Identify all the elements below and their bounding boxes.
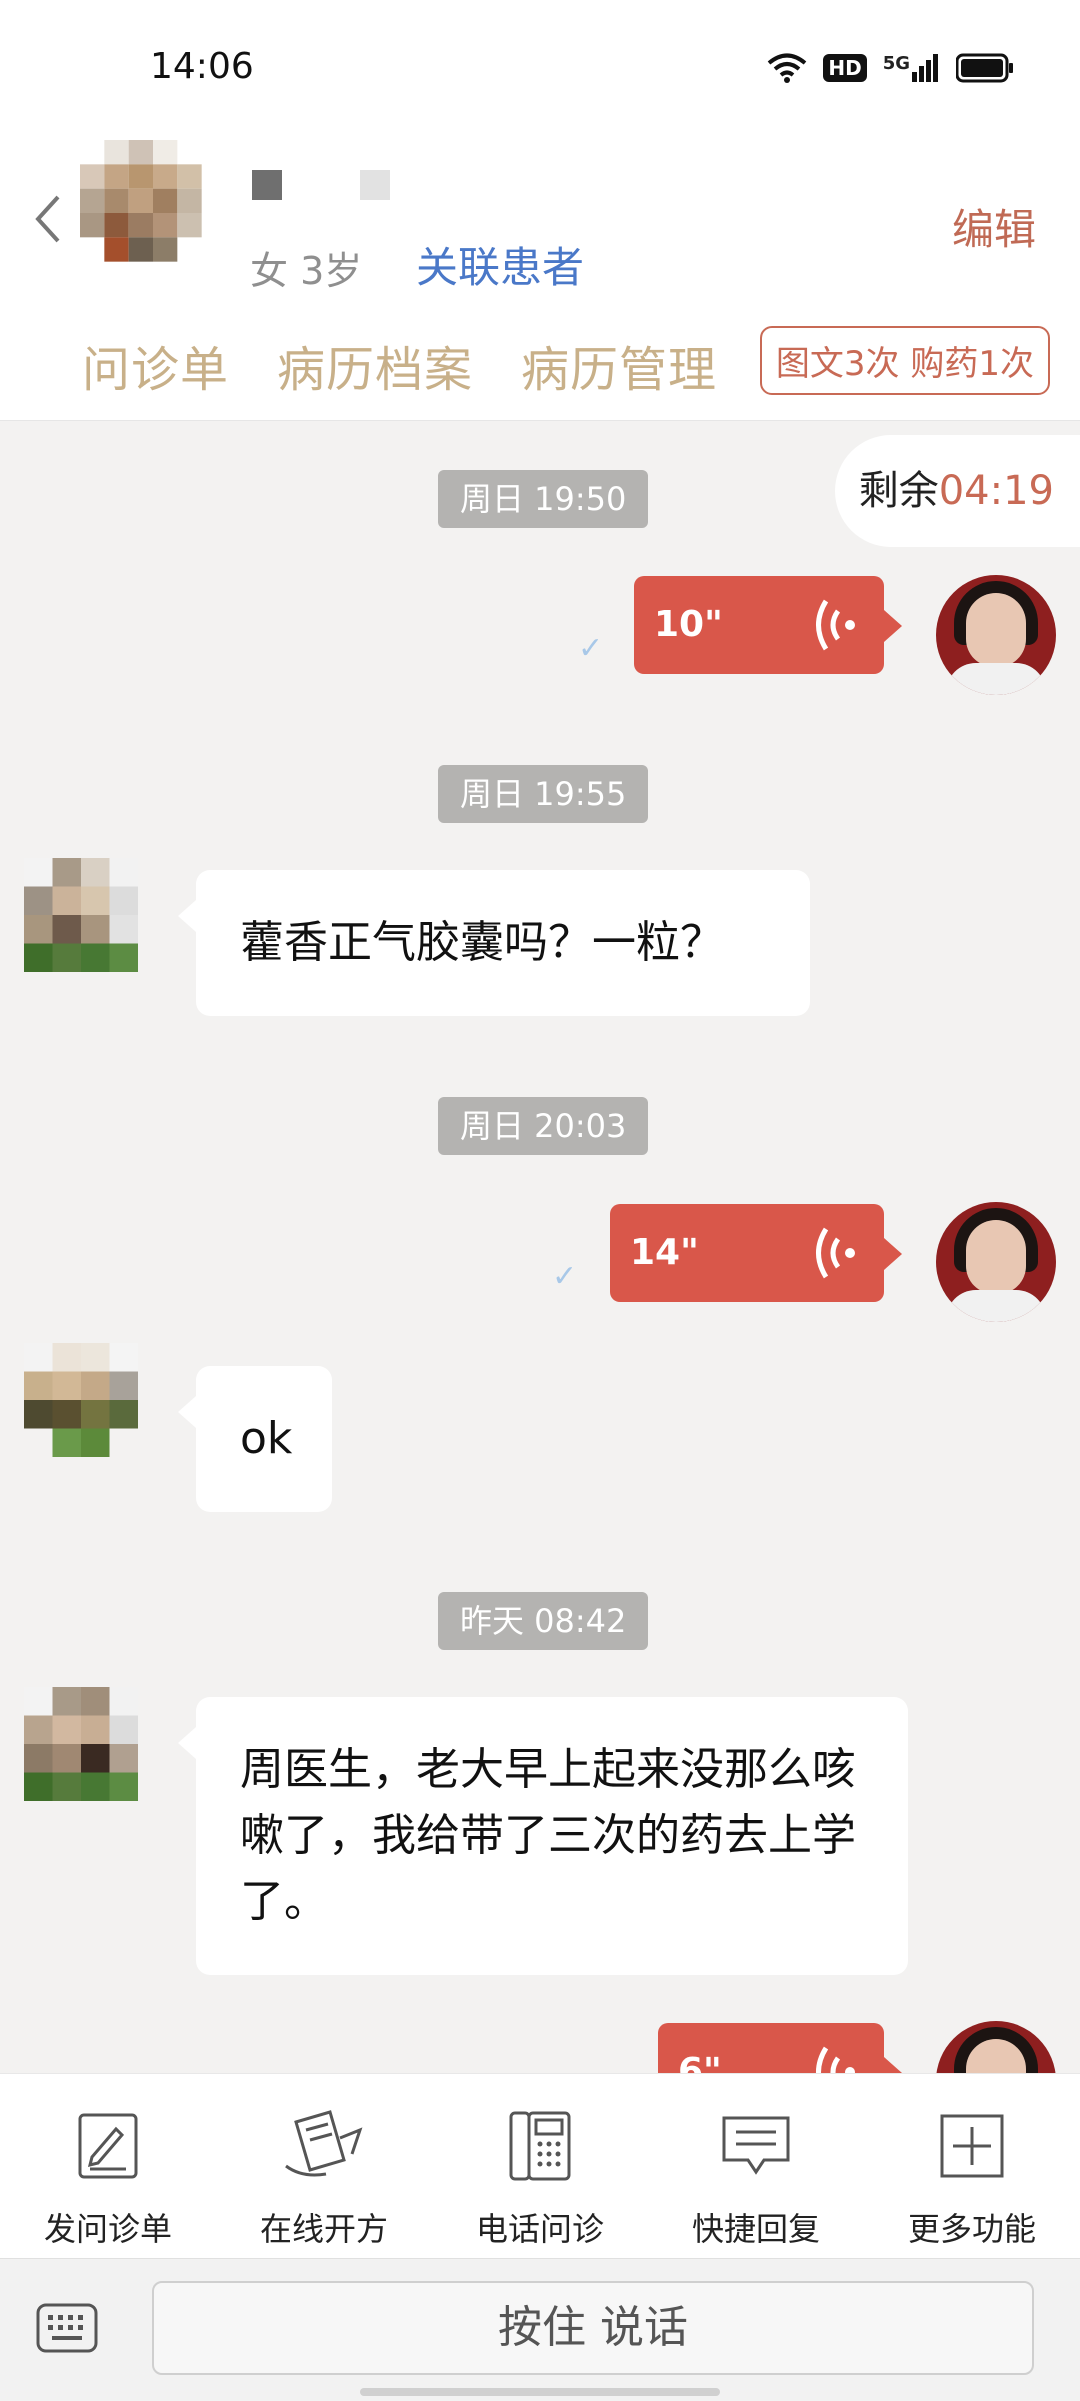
- battery-icon: [956, 53, 1013, 83]
- status-bar: 14:06 HD 5G: [0, 0, 1080, 140]
- plus-icon: [940, 2114, 1004, 2178]
- remaining-time-pill: 剩余04:19: [834, 435, 1080, 547]
- link-patient-button[interactable]: 关联患者: [416, 234, 584, 295]
- message-bubble[interactable]: 周医生，老大早上起来没那么咳嗽了，我给带了三次的药去上学了。: [178, 1697, 908, 1975]
- toolbar-label: 快捷回复: [691, 2210, 820, 2248]
- patient-gender-age: 女 3岁: [250, 249, 363, 293]
- quick-reply-icon: [722, 2116, 790, 2175]
- patient-header: 女 3岁 关联患者 编辑 问诊单 病历档案 病历管理 图文3次 购药1次: [0, 140, 1080, 421]
- patient-avatar[interactable]: [24, 1343, 138, 1457]
- voice-wave-icon: [816, 599, 855, 651]
- voice-message[interactable]: 14": [610, 1204, 902, 1302]
- remaining-label: 剩余: [858, 468, 939, 514]
- message-bubble[interactable]: 藿香正气胶囊吗？一粒？: [178, 870, 810, 1016]
- prescription-icon: [285, 2110, 363, 2177]
- more-functions-button[interactable]: 更多功能: [864, 2074, 1080, 2259]
- remaining-countdown: 04:19: [938, 468, 1054, 514]
- header-tabs: 问诊单 病历档案 病历管理: [82, 330, 717, 400]
- edit-button[interactable]: 编辑: [952, 196, 1036, 257]
- voice-message[interactable]: 6": [658, 2023, 902, 2073]
- patient-avatar[interactable]: [24, 858, 138, 972]
- toolbar-label: 发问诊单: [43, 2210, 172, 2248]
- message-bubble[interactable]: ok: [178, 1366, 332, 1512]
- read-check-icon: ✓: [552, 1259, 578, 1294]
- patient-avatar[interactable]: [24, 1687, 138, 1801]
- back-arrow-icon[interactable]: [34, 195, 62, 243]
- doctor-avatar[interactable]: [936, 2021, 1056, 2073]
- hold-to-talk-button[interactable]: 按住 说话: [152, 2281, 1034, 2375]
- voice-wave-icon: [816, 2046, 855, 2073]
- toolbar-label: 电话问诊: [475, 2210, 604, 2248]
- send-questionnaire-button[interactable]: 发问诊单: [0, 2074, 216, 2259]
- phone-icon: [509, 2111, 571, 2181]
- timestamp-chip: 周日 19:50: [438, 470, 649, 528]
- questionnaire-icon: [78, 2113, 138, 2179]
- voice-duration: 10": [654, 604, 723, 645]
- phone-consultation-button[interactable]: 电话问诊: [432, 2074, 648, 2259]
- patient-avatar[interactable]: [80, 140, 226, 286]
- doctor-avatar[interactable]: [936, 1202, 1056, 1322]
- tab-medical-records[interactable]: 病历档案: [277, 330, 473, 400]
- doctor-avatar[interactable]: [936, 575, 1056, 695]
- keyboard-icon[interactable]: [36, 2303, 98, 2353]
- read-check-icon: ✓: [578, 631, 604, 666]
- online-prescription-button[interactable]: 在线开方: [216, 2074, 432, 2259]
- voice-wave-icon: [816, 1227, 855, 1279]
- patient-name-redacted: [252, 170, 390, 200]
- message-text: ok: [240, 1413, 293, 1464]
- quick-reply-button[interactable]: 快捷回复: [648, 2074, 864, 2259]
- hd-badge: HD: [823, 54, 867, 82]
- voice-duration: 6": [678, 2051, 722, 2073]
- wifi-icon: [768, 53, 807, 83]
- message-text: 藿香正气胶囊吗？一粒？: [240, 917, 724, 968]
- timestamp-chip: 周日 19:55: [438, 765, 649, 823]
- service-count-badge[interactable]: 图文3次 购药1次: [759, 326, 1050, 395]
- timestamp-chip: 周日 20:03: [438, 1097, 649, 1155]
- status-time: 14:06: [150, 46, 254, 87]
- signal-icon: 5G: [882, 53, 940, 82]
- tab-questionnaire[interactable]: 问诊单: [82, 330, 229, 400]
- toolbar-label: 更多功能: [907, 2210, 1036, 2248]
- status-icons: HD 5G: [767, 52, 1014, 84]
- voice-duration: 14": [630, 1232, 699, 1273]
- home-indicator[interactable]: [360, 2388, 720, 2396]
- voice-message[interactable]: 10": [634, 576, 902, 674]
- input-bar: 按住 说话: [0, 2258, 1080, 2401]
- toolbar-label: 在线开方: [259, 2210, 388, 2248]
- 5g-badge: 5G: [882, 53, 910, 74]
- action-toolbar: 发问诊单 在线开方 电话问诊 快捷回复 更多功能: [0, 2073, 1080, 2259]
- tab-records-management[interactable]: 病历管理: [521, 330, 717, 400]
- message-text: 周医生，老大早上起来没那么咳嗽了，我给带了三次的药去上学了。: [240, 1744, 856, 1927]
- chat-area[interactable]: 剩余04:19 周日 19:50 ✓ 10" 周日 19:55 藿香正气胶囊吗？…: [0, 421, 1080, 2073]
- timestamp-chip: 昨天 08:42: [438, 1592, 649, 1650]
